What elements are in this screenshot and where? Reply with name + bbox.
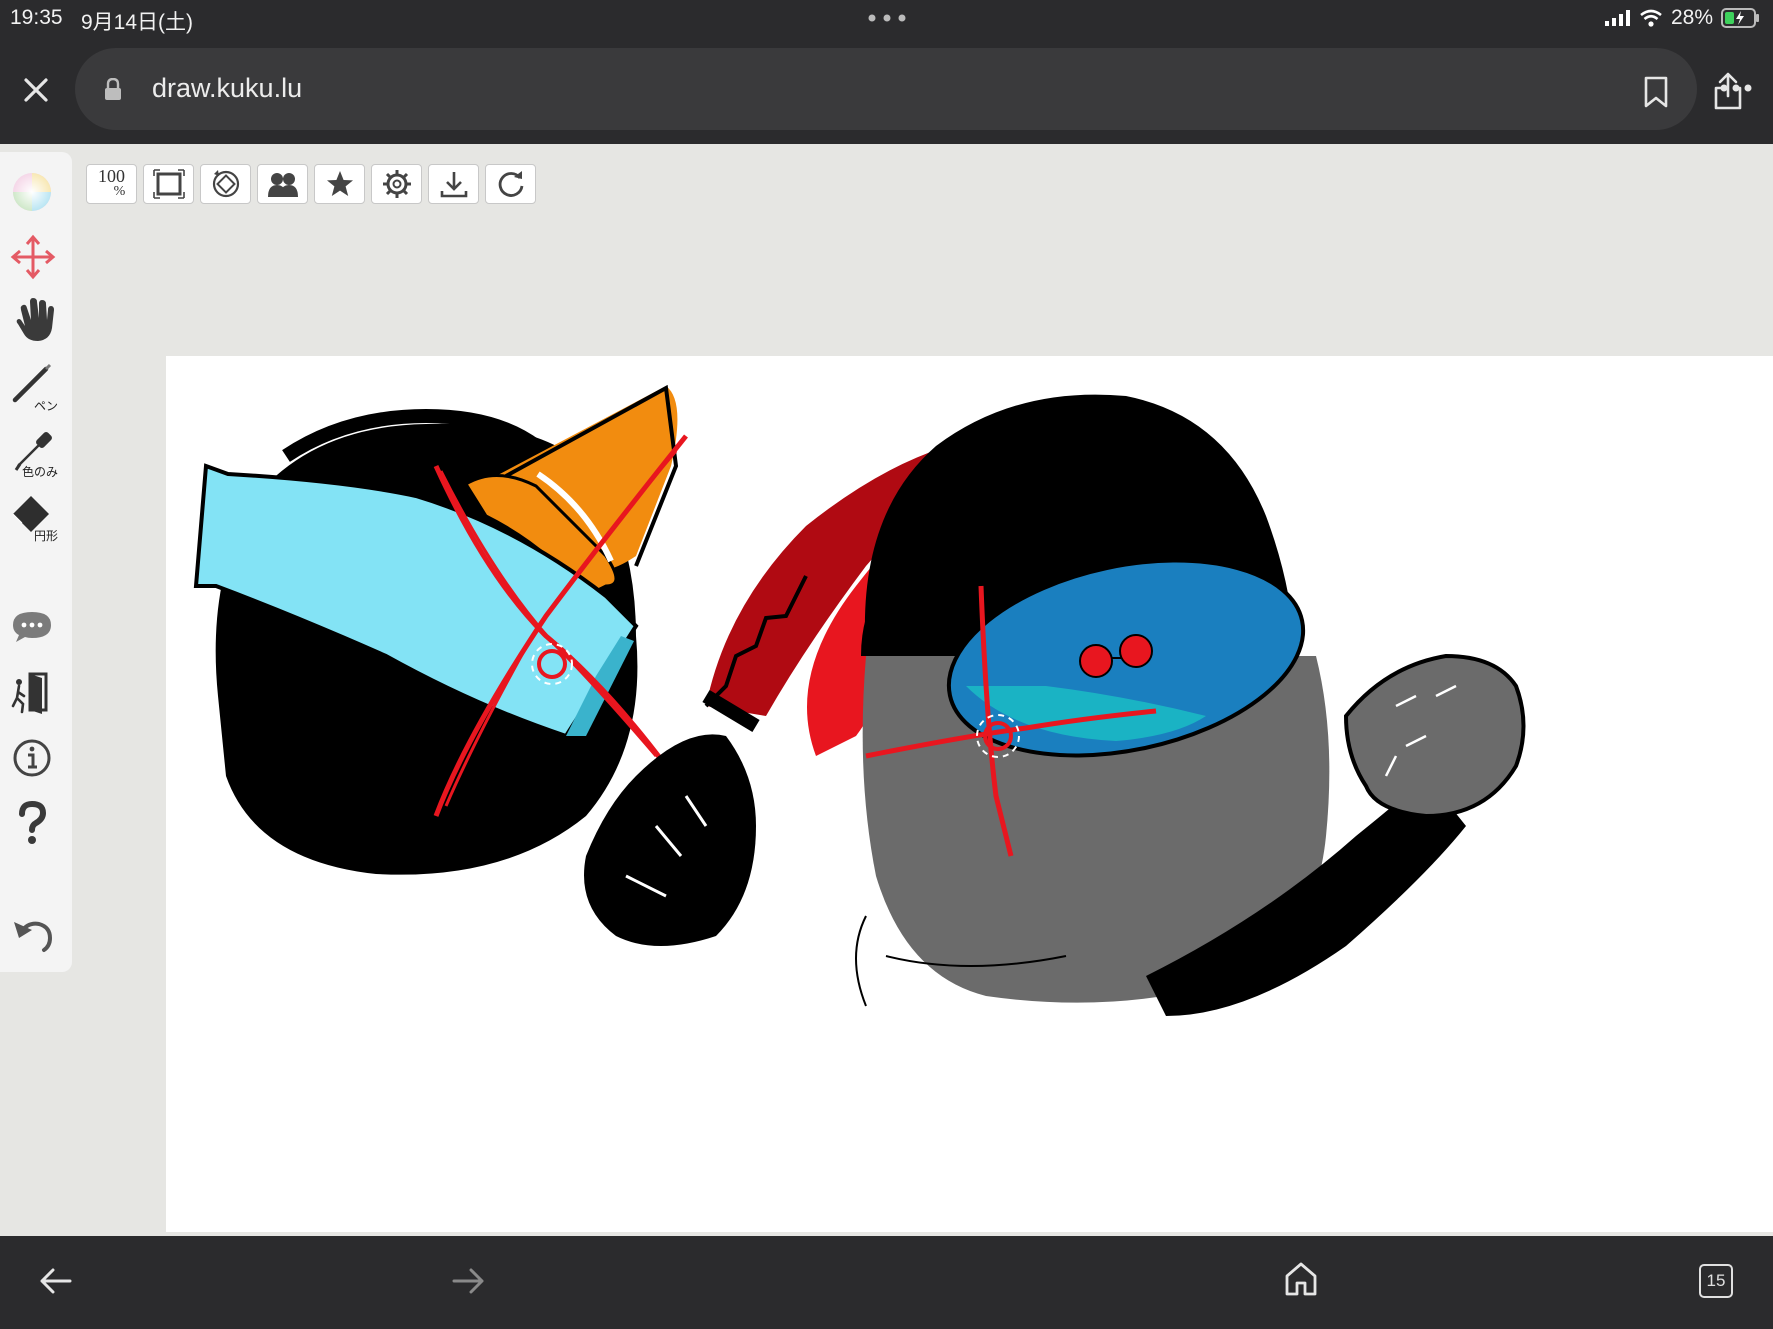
forward-icon[interactable] (452, 1266, 486, 1296)
address-bar[interactable]: draw.kuku.lu (75, 48, 1742, 130)
move-icon (10, 234, 56, 280)
signal-icon (1604, 10, 1630, 26)
favorite-button[interactable] (314, 164, 365, 204)
color-only-label: 色のみ (21, 465, 58, 479)
undo-button[interactable] (10, 910, 62, 966)
status-indicators: 28% (1604, 6, 1761, 30)
layers-button[interactable] (257, 164, 308, 204)
shape-label: 円形 (33, 529, 58, 543)
status-time: 19:35 (10, 6, 63, 29)
home-icon[interactable] (1284, 1261, 1318, 1297)
tabs-icon[interactable]: 15 (1699, 1264, 1733, 1298)
color-picker-button[interactable] (10, 166, 62, 222)
url-text[interactable]: draw.kuku.lu (152, 73, 302, 104)
move-tool[interactable] (10, 232, 62, 288)
shape-tool[interactable]: 円形 (10, 490, 62, 546)
battery-percent: 28% (1670, 6, 1713, 29)
refresh-button[interactable] (485, 164, 536, 204)
status-date: 9月14日(土) (81, 11, 194, 34)
drawing-artwork (193, 384, 1526, 1016)
exit-button[interactable] (10, 668, 62, 724)
battery-icon (1721, 8, 1759, 28)
color-wheel-icon (13, 173, 51, 211)
star-icon (326, 171, 353, 196)
info-button[interactable] (10, 732, 62, 788)
rotate-icon (212, 170, 239, 198)
wifi-icon (1640, 9, 1662, 27)
drawing-canvas[interactable] (166, 356, 1773, 1232)
layers-icon (267, 173, 298, 197)
browser-toolbar: draw.kuku.lu (0, 40, 1773, 144)
fit-icon (152, 169, 185, 199)
color-only-tool[interactable]: 色のみ (10, 426, 62, 482)
chat-button[interactable] (10, 602, 62, 658)
bookmark-icon[interactable] (1642, 76, 1670, 108)
close-icon[interactable] (18, 72, 54, 108)
download-button[interactable] (428, 164, 479, 204)
status-bar: 19:35 9月14日(土) 28% (0, 0, 1773, 40)
download-icon (440, 172, 467, 198)
back-icon[interactable] (38, 1266, 72, 1296)
lock-icon (105, 78, 121, 100)
tool-sidebar: ペン 色のみ 円形 (0, 152, 72, 972)
pen-label: ペン (33, 399, 58, 413)
help-icon (19, 800, 47, 844)
browser-bottom-bar: 15 (0, 1236, 1773, 1329)
hand-tool[interactable] (10, 294, 62, 350)
more-icon[interactable] (1720, 84, 1752, 92)
refresh-icon (498, 171, 523, 197)
undo-icon (14, 921, 53, 952)
fit-screen-button[interactable] (143, 164, 194, 204)
settings-button[interactable] (371, 164, 422, 204)
pen-tool[interactable]: ペン (10, 360, 62, 416)
chat-icon (13, 612, 51, 642)
rotate-button[interactable] (200, 164, 251, 204)
zoom-level: 100 % (97, 166, 126, 199)
hand-icon (16, 298, 55, 341)
exit-icon (11, 672, 48, 714)
zoom-button[interactable]: 100 % (86, 164, 137, 204)
multitask-dots-icon[interactable] (868, 14, 906, 22)
help-button[interactable] (10, 798, 62, 854)
gear-icon (382, 170, 411, 198)
info-icon (13, 739, 51, 777)
canvas-toolbar: 100 % (86, 164, 536, 204)
